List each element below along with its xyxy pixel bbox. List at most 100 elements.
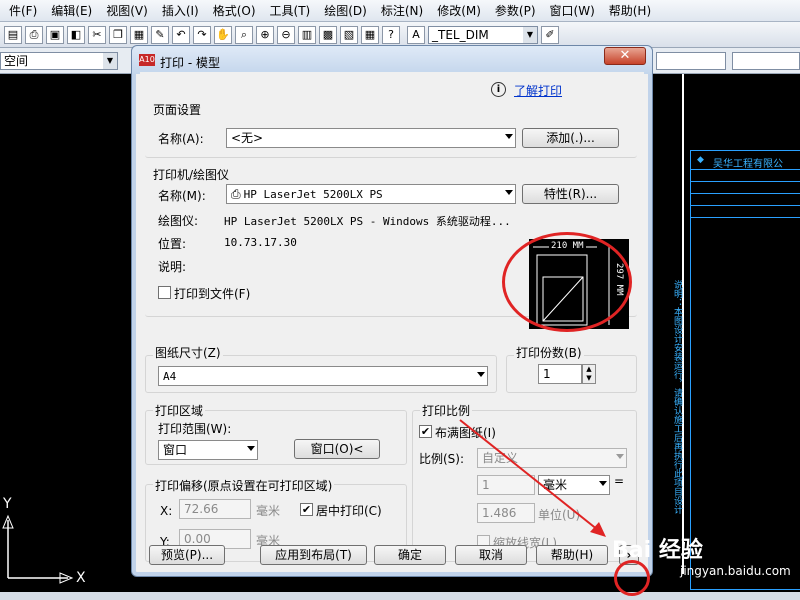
menu-draw[interactable]: 绘图(D) <box>317 2 374 19</box>
zoom-icon[interactable]: ⌕ <box>235 25 253 44</box>
pan-icon[interactable]: ✋ <box>214 25 232 44</box>
apply-to-layout-button[interactable]: 应用到布局(T) <box>260 545 367 565</box>
menu-help[interactable]: 帮助(H) <box>602 2 658 19</box>
paper-size-title: 图纸尺寸(Z) <box>153 344 223 361</box>
plotter-label: 绘图仪: <box>158 214 199 228</box>
ucs-y-label: Y <box>3 496 12 512</box>
status-bar <box>0 592 800 600</box>
tool-palettes-icon[interactable]: ▧ <box>340 25 358 44</box>
fit-to-paper-label: 布满图纸(I) <box>435 426 496 440</box>
menu-dimension[interactable]: 标注(N) <box>374 2 430 19</box>
cancel-button[interactable]: 取消 <box>455 545 527 565</box>
zoom-window-icon[interactable]: ⊕ <box>256 25 274 44</box>
plot-offset-title: 打印偏移(原点设置在可打印区域) <box>153 477 335 494</box>
chevron-down-icon <box>599 481 607 486</box>
copies-spinner[interactable]: ▲ ▼ <box>582 364 596 384</box>
workspace-value: 空间 <box>4 54 29 68</box>
watermark-url: jingyan.baidu.com <box>680 564 791 578</box>
layer-combo[interactable] <box>656 52 726 70</box>
printer-name-combo[interactable]: ⎙ HP LaserJet 5200LX PS <box>226 184 516 204</box>
print-to-file-label: 打印到文件(F) <box>174 287 251 301</box>
help-button[interactable]: 帮助(H) <box>536 545 608 565</box>
location-label: 位置: <box>158 237 187 251</box>
dimstyle-combo[interactable]: _TEL_DIM ▼ <box>428 25 538 44</box>
menu-window[interactable]: 窗口(W) <box>543 2 602 19</box>
dialog-body: i 了解打印 页面设置 名称(A): <无> 添加(.)... 打印机/绘图仪 … <box>140 72 650 596</box>
linetype-combo[interactable] <box>732 52 800 70</box>
center-plot-checkbox[interactable]: ✔ <box>300 503 313 516</box>
preview-button[interactable]: 预览(P)... <box>149 545 225 565</box>
menu-tools[interactable]: 工具(T) <box>263 2 318 19</box>
print-icon[interactable]: ⎙ <box>25 25 43 44</box>
plot-range-value: 窗口 <box>163 443 188 457</box>
menu-edit[interactable]: 编辑(E) <box>44 2 99 19</box>
dialog-titlebar[interactable]: A10 打印 - 模型 ✕ <box>132 46 652 74</box>
menu-file[interactable]: 件(F) <box>2 2 44 19</box>
scale-unit-value: 毫米 <box>543 478 568 492</box>
chevron-down-icon <box>477 372 485 377</box>
title-block-line <box>691 193 800 194</box>
copies-input[interactable]: 1 <box>538 364 582 384</box>
copy-icon[interactable]: ❐ <box>109 25 127 44</box>
undo-icon[interactable]: ↶ <box>172 25 190 44</box>
pick-window-button[interactable]: 窗口(O)< <box>294 439 380 459</box>
menu-format[interactable]: 格式(O) <box>206 2 263 19</box>
scale-value: 自定义 <box>482 451 519 465</box>
zoom-previous-icon[interactable]: ⊖ <box>277 25 295 44</box>
properties-icon[interactable]: ▥ <box>298 25 316 44</box>
printer-name-value: HP LaserJet 5200LX PS <box>243 188 383 201</box>
scale-unit-combo[interactable]: 毫米 <box>538 475 610 495</box>
close-button[interactable]: ✕ <box>604 47 646 65</box>
plot-range-label: 打印范围(W): <box>158 422 232 436</box>
print-dialog: A10 打印 - 模型 ✕ i 了解打印 页面设置 名称(A): <无> 添加(… <box>131 45 653 596</box>
ok-button[interactable]: 确定 <box>374 545 446 565</box>
redo-icon[interactable]: ↷ <box>193 25 211 44</box>
title-block-line <box>691 205 800 206</box>
offset-x-input[interactable]: 72.66 <box>179 499 251 519</box>
add-page-setup-button[interactable]: 添加(.)... <box>522 128 619 148</box>
paste-icon[interactable]: ▦ <box>130 25 148 44</box>
menu-view[interactable]: 视图(V) <box>99 2 155 19</box>
match-properties-icon[interactable]: ✎ <box>151 25 169 44</box>
chevron-down-icon: ▼ <box>523 26 537 43</box>
dimstyle-icon[interactable]: ✐ <box>541 25 559 44</box>
page-setup-name-combo[interactable]: <无> <box>226 128 516 148</box>
print-preview-icon[interactable]: ▣ <box>46 25 64 44</box>
plotter-value: HP LaserJet 5200LX PS - Windows 系统驱动程... <box>224 215 511 228</box>
text-style-icon[interactable]: A <box>407 25 425 44</box>
calculator-icon[interactable]: ▦ <box>361 25 379 44</box>
menu-parametric[interactable]: 参数(P) <box>488 2 543 19</box>
publish-icon[interactable]: ◧ <box>67 25 85 44</box>
workspace-combo[interactable]: 空间 ▼ <box>0 52 118 70</box>
scale-units-label: 单位(U) <box>538 508 581 522</box>
paper-size-combo[interactable]: A4 <box>158 366 488 386</box>
location-value: 10.73.17.30 <box>224 236 297 249</box>
save-icon[interactable]: ▤ <box>4 25 22 44</box>
equals-sign: = <box>614 474 625 488</box>
learn-print-link[interactable]: 了解打印 <box>514 82 562 99</box>
menu-insert[interactable]: 插入(I) <box>155 2 206 19</box>
offset-x-unit: 毫米 <box>256 504 281 518</box>
printer-icon: ⎙ <box>231 187 241 201</box>
design-center-icon[interactable]: ▩ <box>319 25 337 44</box>
print-to-file-checkbox[interactable] <box>158 286 171 299</box>
red-annotation-circle <box>614 560 650 596</box>
fit-to-paper-checkbox[interactable]: ✔ <box>419 425 432 438</box>
scale-combo[interactable]: 自定义 <box>477 448 627 468</box>
properties-button[interactable]: 特性(R)... <box>522 184 619 204</box>
ucs-x-label: X <box>76 570 86 586</box>
company-logo-icon: ◆ <box>697 155 704 165</box>
menu-modify[interactable]: 修改(M) <box>430 2 488 19</box>
scale-units-input[interactable]: 1.486 <box>477 503 535 523</box>
scale-inches-input[interactable]: 1 <box>477 475 535 495</box>
drawing-note: 说明：本图设计安装运行，请确认施工后再执行此项目设计 <box>672 280 682 514</box>
baidu-watermark: Bai 经验 <box>612 538 703 563</box>
red-annotation-circle <box>502 232 632 332</box>
plot-range-combo[interactable]: 窗口 <box>158 440 258 460</box>
help-icon[interactable]: ? <box>382 25 400 44</box>
cut-icon[interactable]: ✂ <box>88 25 106 44</box>
description-label: 说明: <box>158 260 187 274</box>
menu-bar: 件(F) 编辑(E) 视图(V) 插入(I) 格式(O) 工具(T) 绘图(D)… <box>0 0 800 22</box>
info-icon: i <box>491 82 506 97</box>
chevron-down-icon <box>616 454 624 459</box>
